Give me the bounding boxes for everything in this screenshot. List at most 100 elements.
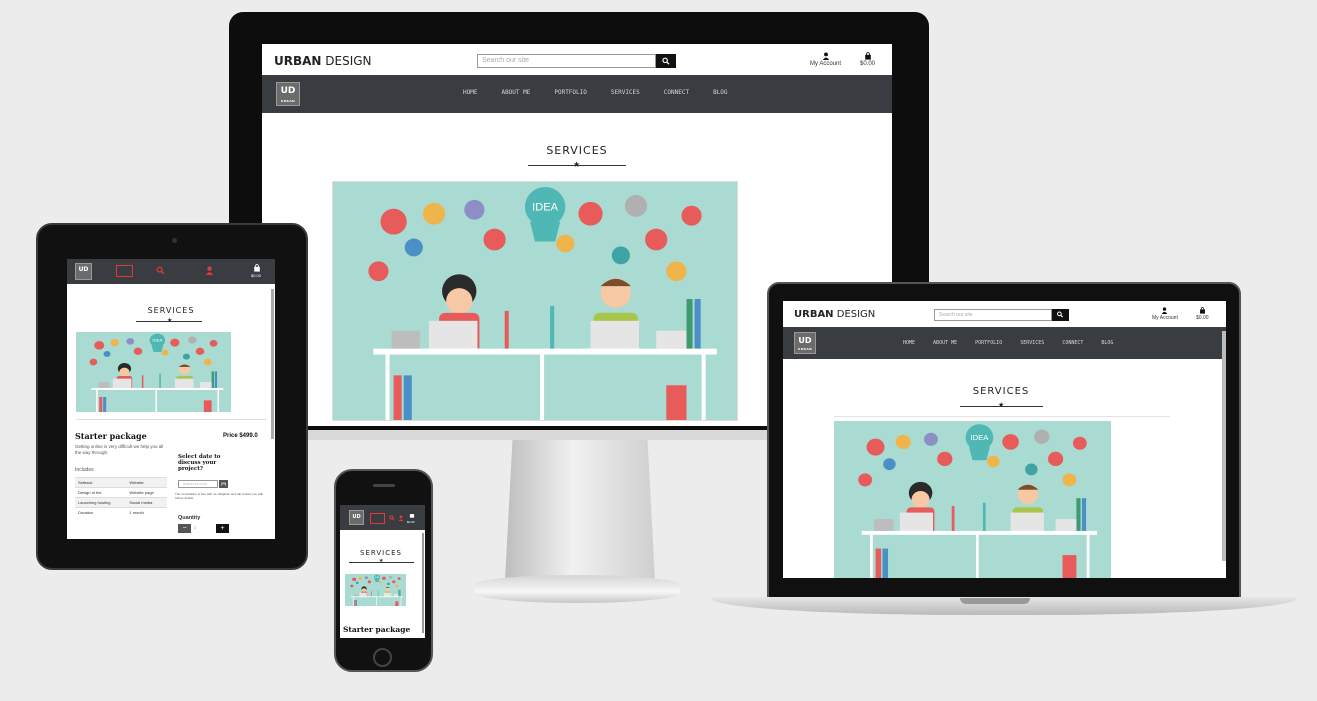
shopping-bag-icon[interactable] xyxy=(409,512,415,518)
workspace-illustration: IDEA xyxy=(76,332,231,412)
disclaimer-text: The consultation is free with no obligat… xyxy=(175,492,264,500)
star-icon: ★ xyxy=(379,558,384,564)
nav-menu: HOME ABOUT ME PORTFOLIO SERVICES CONNECT… xyxy=(463,89,728,96)
nav-services[interactable]: SERVICES xyxy=(1020,340,1044,346)
date-input[interactable]: 2019-01-01 12:00 xyxy=(178,480,218,488)
brand-rest: DESIGN xyxy=(833,309,876,320)
search-button[interactable] xyxy=(656,54,676,68)
table-row: Design of the Website page xyxy=(75,487,167,498)
phone-cart-total: $0.00 xyxy=(407,520,415,524)
nav-home[interactable]: HOME xyxy=(903,340,915,346)
shopping-bag-icon xyxy=(864,52,871,60)
laptop-search-input[interactable]: Search our site xyxy=(934,309,1052,321)
user-icon[interactable] xyxy=(205,266,214,275)
laptop-nav-menu: HOME ABOUT ME PORTFOLIO SERVICES CONNECT… xyxy=(903,340,1113,346)
table-cell: Social media xyxy=(126,497,167,508)
tablet-divider xyxy=(76,419,266,420)
nav-portfolio[interactable]: PORTFOLIO xyxy=(554,89,587,96)
includes-label: Includes xyxy=(75,467,94,473)
laptop-section-title: SERVICES xyxy=(972,386,1030,397)
package-description: Getting online is very difficult we help… xyxy=(75,444,164,455)
calendar-icon xyxy=(221,482,226,487)
table-row: Launching hosting Social media xyxy=(75,497,167,508)
brand-bold: URBAN xyxy=(794,309,834,320)
calendar-button[interactable] xyxy=(219,480,228,488)
search-icon[interactable] xyxy=(156,266,165,275)
nav-blog[interactable]: BLOG xyxy=(713,89,727,96)
idea-label: IDEA xyxy=(152,338,162,343)
nav-connect[interactable]: CONNECT xyxy=(1062,340,1083,346)
includes-table: Setback Website Design of the Website page… xyxy=(75,477,167,517)
menu-toggle-icon[interactable] xyxy=(116,265,133,277)
user-icon xyxy=(1162,307,1168,314)
logo-mark: UD xyxy=(280,86,296,96)
phone-navbar: UD $0.00 xyxy=(340,505,425,530)
workspace-illustration: IDEA xyxy=(345,574,406,606)
tablet-cart-total: $0.00 xyxy=(251,273,262,278)
tablet-site: UD $0.00 SERVICES ★ IDEA Starter package… xyxy=(67,259,275,539)
laptop-logo[interactable]: UD URBAN xyxy=(794,332,816,354)
table-cell: Duration xyxy=(75,507,127,517)
table-cell: Website xyxy=(126,477,167,488)
laptop-brand[interactable]: URBAN DESIGN xyxy=(794,309,875,320)
package-price: Price $499.0 xyxy=(223,433,258,439)
site-brand[interactable]: URBAN DESIGN xyxy=(274,54,372,68)
scrollbar[interactable] xyxy=(271,289,274,439)
nav-about-me[interactable]: ABOUT ME xyxy=(501,89,530,96)
quantity-minus-button[interactable]: − xyxy=(178,524,191,533)
site-header: URBAN DESIGN Search our site My Account … xyxy=(262,44,892,75)
tablet-logo-mark: UD xyxy=(78,266,89,273)
laptop-notch xyxy=(960,598,1030,604)
table-cell: 1 month xyxy=(126,507,167,517)
date-prompt: Select date to discuss your project? xyxy=(178,454,221,473)
logo-sub: URBAN xyxy=(280,99,296,103)
search-icon[interactable] xyxy=(389,515,395,521)
site-logo[interactable]: UD URBAN xyxy=(276,82,300,106)
nav-portfolio[interactable]: PORTFOLIO xyxy=(975,340,1002,346)
laptop-my-account-link[interactable]: My Account xyxy=(1152,307,1178,321)
monitor-stand xyxy=(505,440,655,580)
scrollbar[interactable] xyxy=(1222,331,1226,561)
laptop-navbar: UD URBAN HOME ABOUT ME PORTFOLIO SERVICE… xyxy=(783,327,1226,359)
phone-logo[interactable]: UD xyxy=(349,510,364,525)
laptop-account-label: My Account xyxy=(1152,315,1178,321)
services-illustration: IDEA xyxy=(332,181,738,421)
brand-bold: URBAN xyxy=(274,54,322,68)
quantity-plus-button[interactable]: + xyxy=(216,524,229,533)
tablet-section-title: SERVICES xyxy=(147,306,195,315)
home-button[interactable] xyxy=(373,648,392,667)
nav-blog[interactable]: BLOG xyxy=(1101,340,1113,346)
table-cell: Website page xyxy=(126,487,167,498)
cart-link[interactable]: $0.00 xyxy=(860,52,875,67)
quantity-label: Quantity xyxy=(178,515,201,521)
laptop-site-header: URBAN DESIGN Search our site My Account … xyxy=(783,301,1226,327)
phone-section-title: SERVICES xyxy=(360,549,402,557)
idea-label: IDEA xyxy=(971,433,989,442)
brand-rest: DESIGN xyxy=(321,54,372,68)
idea-label: IDEA xyxy=(532,202,559,214)
workspace-illustration: IDEA xyxy=(834,421,1111,578)
user-icon xyxy=(822,52,829,60)
main-navbar: UD URBAN HOME ABOUT ME PORTFOLIO SERVICE… xyxy=(262,75,892,113)
star-icon: ★ xyxy=(573,160,581,169)
nav-services[interactable]: SERVICES xyxy=(611,89,640,96)
cart-total: $0.00 xyxy=(860,61,876,67)
my-account-link[interactable]: My Account xyxy=(810,52,841,67)
shopping-bag-icon xyxy=(1199,307,1205,314)
search-input[interactable]: Search our site xyxy=(477,54,656,68)
phone-speaker xyxy=(373,484,395,487)
tablet-illustration: IDEA xyxy=(76,332,231,412)
nav-home[interactable]: HOME xyxy=(463,89,477,96)
scrollbar[interactable] xyxy=(422,533,424,633)
menu-toggle-icon[interactable] xyxy=(370,513,385,524)
laptop-cart-link[interactable]: $0.00 xyxy=(1196,307,1209,321)
quantity-value[interactable]: 1 xyxy=(194,525,196,530)
shopping-bag-icon[interactable] xyxy=(253,264,261,272)
tablet-logo[interactable]: UD xyxy=(75,263,92,280)
monitor-stand-base xyxy=(475,575,680,603)
nav-connect[interactable]: CONNECT xyxy=(664,89,689,96)
laptop-divider xyxy=(834,416,1170,417)
user-icon[interactable] xyxy=(398,515,404,521)
laptop-search-button[interactable] xyxy=(1052,309,1069,321)
nav-about-me[interactable]: ABOUT ME xyxy=(933,340,957,346)
